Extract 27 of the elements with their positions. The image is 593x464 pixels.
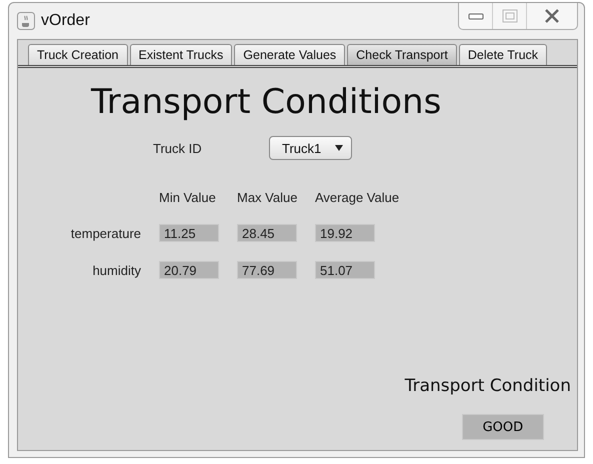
field-label: Truck ID	[153, 140, 203, 156]
tab[interactable]: Check Transport	[347, 44, 457, 65]
tab[interactable]: Delete Truck	[458, 44, 548, 65]
value-field: 20.79	[159, 261, 219, 279]
value-field: 77.69	[237, 261, 297, 279]
value-field: 19.92	[315, 224, 375, 242]
coffee-cup-icon	[17, 12, 35, 30]
value-field: 51.07	[315, 261, 375, 279]
window-title: vOrder	[41, 12, 90, 30]
row-label: temperature	[70, 226, 141, 240]
column-header: Max Value	[237, 190, 297, 205]
condition-label: Transport Condition	[404, 376, 571, 396]
condition-field: GOOD	[462, 414, 544, 440]
value-field: 11.25	[159, 224, 219, 242]
column-header: Average Value	[315, 190, 400, 205]
column-header: Min Value	[159, 190, 217, 205]
row-label: humidity	[92, 262, 141, 278]
truck-dropdown[interactable]: Truck1	[269, 136, 352, 160]
value-field: 28.45	[237, 224, 297, 242]
tab[interactable]: Generate Values	[234, 44, 346, 65]
maximize-icon	[502, 9, 518, 23]
tab[interactable]: Existent Trucks	[130, 44, 232, 65]
tab[interactable]: Truck Creation	[28, 44, 128, 65]
minimize-icon	[468, 12, 484, 20]
close-icon	[544, 9, 560, 23]
dropdown-arrow-icon	[335, 145, 344, 151]
page-heading: Transport Conditions	[91, 82, 442, 122]
